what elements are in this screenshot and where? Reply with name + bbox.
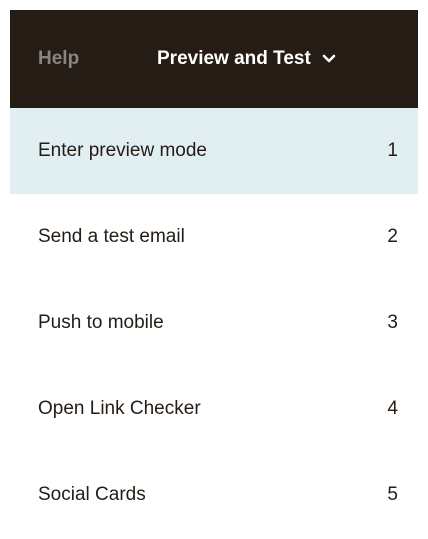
menu-item-shortcut: 4 bbox=[387, 398, 398, 419]
menu-item-label: Push to mobile bbox=[38, 312, 164, 333]
menu-item-label: Open Link Checker bbox=[38, 398, 201, 419]
help-link[interactable]: Help bbox=[38, 48, 79, 70]
menu-item-enter-preview-mode[interactable]: Enter preview mode 1 bbox=[10, 108, 418, 194]
preview-menu: Enter preview mode 1 Send a test email 2… bbox=[10, 108, 418, 538]
menu-item-open-link-checker[interactable]: Open Link Checker 4 bbox=[10, 366, 418, 452]
menu-item-push-to-mobile[interactable]: Push to mobile 3 bbox=[10, 280, 418, 366]
chevron-down-icon bbox=[321, 51, 337, 67]
top-bar: Help Preview and Test bbox=[10, 10, 418, 108]
menu-item-social-cards[interactable]: Social Cards 5 bbox=[10, 452, 418, 538]
menu-item-shortcut: 3 bbox=[387, 312, 398, 333]
menu-item-shortcut: 1 bbox=[387, 140, 398, 161]
menu-item-label: Social Cards bbox=[38, 484, 146, 505]
menu-item-shortcut: 5 bbox=[387, 484, 398, 505]
menu-item-label: Send a test email bbox=[38, 226, 185, 247]
menu-item-label: Enter preview mode bbox=[38, 140, 207, 161]
preview-and-test-dropdown[interactable]: Preview and Test bbox=[157, 48, 337, 70]
menu-item-send-test-email[interactable]: Send a test email 2 bbox=[10, 194, 418, 280]
dropdown-label: Preview and Test bbox=[157, 48, 311, 69]
menu-item-shortcut: 2 bbox=[387, 226, 398, 247]
